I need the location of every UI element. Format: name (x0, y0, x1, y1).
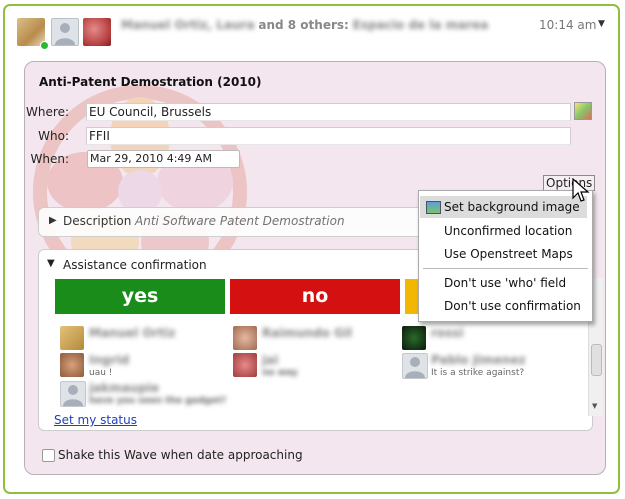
who-input[interactable]: FFII (86, 127, 571, 145)
scroll-thumb[interactable] (591, 344, 602, 376)
participant-names-blurred: Manuel Ortiz, Laura (121, 18, 255, 32)
menu-item-unconfirmed-location[interactable]: Unconfirmed location (444, 224, 572, 238)
person-note: have you seen the gadget? (89, 396, 227, 406)
event-title: Anti-Patent Demostration (2010) (39, 75, 262, 89)
avatar (402, 326, 426, 350)
person-note: It is a strike against? (431, 368, 525, 378)
avatar (60, 353, 84, 377)
menu-item-openstreet-maps[interactable]: Use Openstreet Maps (444, 247, 573, 261)
avatar (233, 326, 257, 350)
description-value: Anti Software Patent Demostration (135, 214, 345, 228)
shake-checkbox[interactable] (42, 449, 55, 462)
person-note: uau ! (89, 368, 113, 378)
assistance-label: Assistance confirmation (63, 258, 207, 272)
person-icon (60, 381, 86, 407)
yes-button[interactable]: yes (55, 279, 225, 314)
when-date-input[interactable]: Mar 29, 2010 4:49 AM (87, 150, 240, 168)
description-label: Description (63, 214, 132, 228)
image-icon (426, 201, 441, 214)
participants-count: and 8 others: (258, 18, 349, 32)
list-item: Pablo Jimenez It is a strike against? (402, 353, 582, 379)
menu-item-no-confirmation[interactable]: Don't use confirmation (444, 299, 581, 313)
menu-item-label: Set background image (444, 200, 580, 214)
person-name: jai (262, 353, 279, 367)
wave-subject-blurred: Espacio de la marea (352, 18, 489, 32)
triangle-down-icon[interactable]: ▼ (47, 258, 55, 269)
avatar[interactable] (51, 18, 79, 46)
person-name: Pablo Jimenez (431, 353, 526, 367)
menu-item-no-who-field[interactable]: Don't use 'who' field (444, 276, 566, 290)
chevron-down-icon[interactable]: ▼ (598, 19, 605, 29)
participants-names: Manuel Ortiz, Laura and 8 others: Espaci… (121, 18, 488, 32)
list-item: Raimundo Gil (233, 326, 403, 352)
person-icon (402, 353, 428, 379)
set-my-status-link[interactable]: Set my status (54, 413, 137, 427)
when-label: When: (30, 152, 69, 166)
list-item: Manuel Ortiz (60, 326, 230, 352)
person-name: rossi (431, 326, 464, 340)
person-name: Ingrid (89, 353, 130, 367)
where-input[interactable]: EU Council, Brussels (86, 103, 571, 121)
shake-label: Shake this Wave when date approaching (58, 448, 303, 462)
cursor-icon (572, 178, 590, 202)
person-note: no way (262, 368, 298, 378)
list-item: rossi (402, 326, 552, 352)
avatar (233, 353, 257, 377)
scroll-down-icon[interactable]: ▼ (592, 402, 597, 410)
menu-item-set-background-image[interactable]: Set background image (420, 196, 587, 218)
list-item: jakmaupie have you seen the gadget? (60, 381, 360, 407)
who-label: Who: (38, 129, 69, 143)
avatar[interactable] (83, 18, 111, 46)
list-item: Ingrid uau ! (60, 353, 230, 379)
options-menu: Set background image Unconfirmed locatio… (418, 190, 593, 322)
person-name: Raimundo Gil (262, 326, 353, 340)
person-icon (55, 23, 75, 45)
person-name: jakmaupie (89, 381, 160, 395)
avatar (60, 326, 84, 350)
description-panel[interactable]: ▶ Description Anti Software Patent Demos… (38, 207, 430, 237)
wave-timestamp: 10:14 am (539, 18, 597, 32)
online-status-icon (40, 41, 49, 50)
triangle-right-icon[interactable]: ▶ (49, 215, 57, 226)
map-icon[interactable] (574, 102, 592, 120)
list-item: jai no way (233, 353, 403, 379)
person-name: Manuel Ortiz (89, 326, 176, 340)
where-label: Where: (26, 105, 69, 119)
menu-separator (423, 268, 588, 269)
no-button[interactable]: no (230, 279, 400, 314)
